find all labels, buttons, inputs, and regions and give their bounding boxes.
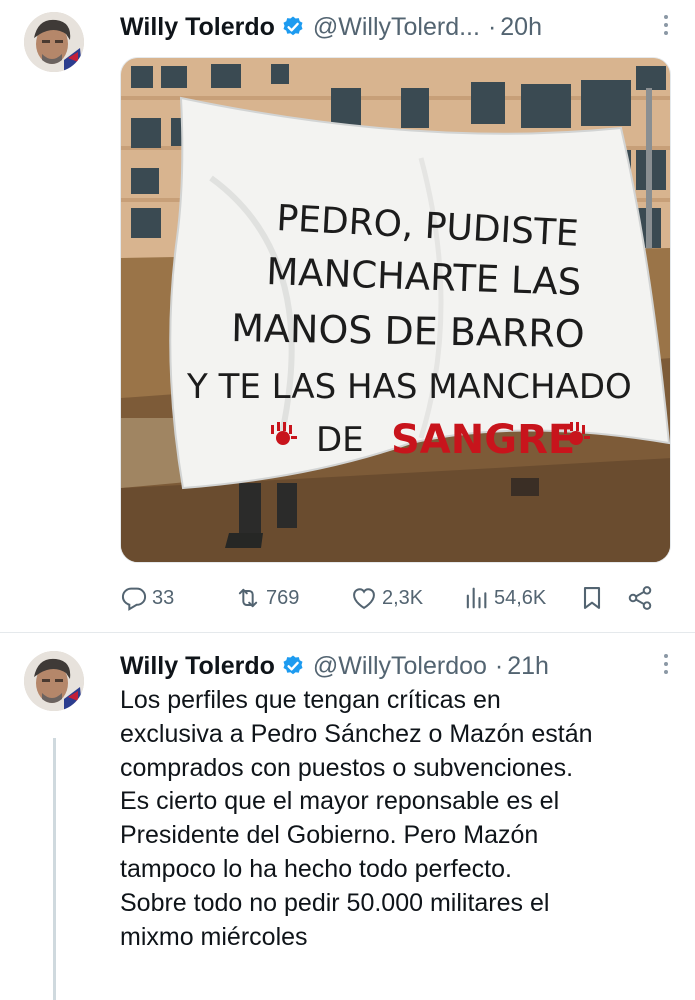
- bookmark-button[interactable]: [578, 578, 610, 618]
- view-count: 54,6K: [494, 586, 547, 609]
- timestamp[interactable]: 20h: [500, 13, 542, 42]
- verified-badge-icon: [283, 655, 303, 675]
- views-button[interactable]: 54,6K: [462, 578, 546, 618]
- tweet-text-line: mixmo miércoles: [120, 922, 308, 951]
- separator-dot: ·: [494, 651, 504, 680]
- repost-count: 769: [266, 586, 300, 609]
- bookmark-icon: [583, 587, 601, 609]
- action-bar: 33 769 2,3K 54,6K: [120, 578, 665, 618]
- timestamp[interactable]: 21h: [507, 652, 549, 681]
- share-button[interactable]: [626, 578, 658, 618]
- author-name[interactable]: Willy Tolerdo: [120, 652, 275, 681]
- tweet[interactable]: Willy Tolerdo @WillyTolerd... · 20h PEDR…: [0, 0, 695, 632]
- reply-button[interactable]: 33: [120, 578, 174, 618]
- verified-badge-icon: [283, 16, 303, 36]
- banner-line: DE: [316, 420, 364, 460]
- author-name[interactable]: Willy Tolerdo: [120, 13, 275, 42]
- tweet-header: Willy Tolerdo @WillyTolerdoo · 21h: [120, 648, 671, 684]
- views-icon: [466, 587, 487, 609]
- author-handle[interactable]: @WillyTolerd...: [313, 13, 480, 42]
- banner-line: MANOS DE BARRO: [231, 306, 585, 356]
- tweet-media-image[interactable]: PEDRO, PUDISTE MANCHARTE LAS MANOS DE BA…: [120, 57, 671, 563]
- tweet-text: Los perfiles que tengan críticas en excl…: [120, 684, 680, 954]
- tweet-text-line: comprados con puestos o subvenciones.: [120, 753, 574, 782]
- like-count: 2,3K: [382, 586, 424, 609]
- share-icon: [628, 586, 652, 610]
- author-handle[interactable]: @WillyTolerdoo: [313, 652, 487, 681]
- reply-count: 33: [152, 586, 175, 609]
- tweet-text-line: Sobre todo no pedir 50.000 militares el: [120, 888, 550, 917]
- repost-icon: [238, 588, 258, 608]
- banner-line: Y TE LAS HAS MANCHADO: [186, 367, 632, 407]
- tweet-text-line: tampoco lo ha hecho todo perfecto.: [120, 854, 512, 883]
- more-icon[interactable]: [661, 15, 671, 39]
- repost-button[interactable]: 769: [234, 578, 299, 618]
- avatar[interactable]: [24, 651, 84, 711]
- reply-icon: [121, 587, 147, 611]
- tweet-text-line: Los perfiles que tengan críticas en: [120, 686, 501, 714]
- separator-dot: ·: [487, 12, 497, 41]
- banner-word-sangre: SANGRE: [391, 417, 575, 463]
- tweet-header: Willy Tolerdo @WillyTolerd... · 20h: [120, 9, 671, 45]
- thread-connector-line: [53, 738, 56, 1000]
- tweet-text-line: Presidente del Gobierno. Pero Mazón: [120, 821, 539, 850]
- like-icon: [353, 588, 375, 610]
- avatar[interactable]: [24, 12, 84, 72]
- tweet-text-line: Es cierto que el mayor reponsable es el: [120, 787, 560, 816]
- like-button[interactable]: 2,3K: [350, 578, 423, 618]
- tweet-text-line: exclusiva a Pedro Sánchez o Mazón están: [120, 719, 593, 748]
- more-icon[interactable]: [661, 654, 671, 678]
